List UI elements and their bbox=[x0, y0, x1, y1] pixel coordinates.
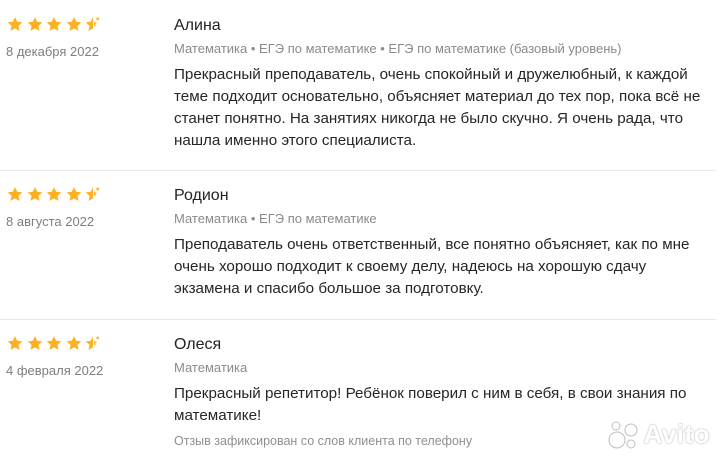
star-icon bbox=[7, 186, 23, 201]
star-icon bbox=[7, 335, 23, 350]
star-icon bbox=[46, 186, 62, 201]
review-categories: Математика • ЕГЭ по математике bbox=[174, 211, 377, 226]
review-categories: Математика • ЕГЭ по математике • ЕГЭ по … bbox=[174, 41, 622, 56]
avito-logo-icon bbox=[608, 421, 638, 448]
star-icon bbox=[27, 16, 42, 31]
half-star-icon bbox=[85, 335, 100, 350]
star-icon bbox=[66, 186, 81, 201]
watermark-text: Avito bbox=[643, 419, 710, 449]
star-icon bbox=[46, 16, 62, 31]
star-icon bbox=[27, 335, 42, 350]
review-meta: 4 февраля 2022 bbox=[6, 333, 104, 378]
review-item: 8 декабря 2022 Алина Математика • ЕГЭ по… bbox=[0, 0, 720, 170]
rating-stars bbox=[6, 333, 104, 353]
review-text: Преподаватель очень ответственный, все п… bbox=[174, 236, 690, 297]
review-item: 8 августа 2022 Родион Математика • ЕГЭ п… bbox=[0, 170, 720, 319]
rating-stars bbox=[6, 184, 104, 204]
review-date: 8 декабря 2022 bbox=[6, 44, 99, 59]
half-star-icon bbox=[85, 16, 100, 31]
review-meta: 8 августа 2022 bbox=[6, 184, 104, 229]
star-icon bbox=[66, 335, 81, 350]
star-icon bbox=[27, 186, 42, 201]
review-meta: 8 декабря 2022 bbox=[6, 14, 104, 59]
review-author: Олеся bbox=[174, 336, 222, 353]
star-icon bbox=[46, 335, 62, 350]
review-categories: Математика bbox=[174, 360, 248, 375]
review-author: Родион bbox=[174, 187, 229, 204]
half-star-icon bbox=[85, 186, 100, 201]
avito-watermark: Avito bbox=[607, 419, 710, 450]
rating-stars bbox=[6, 14, 104, 34]
review-author: Алина bbox=[174, 17, 221, 34]
review-text: Прекрасный преподаватель, очень спокойны… bbox=[174, 66, 701, 149]
review-date: 8 августа 2022 bbox=[6, 214, 95, 229]
review-date: 4 февраля 2022 bbox=[6, 363, 104, 378]
star-icon bbox=[7, 16, 23, 31]
star-icon bbox=[66, 16, 81, 31]
